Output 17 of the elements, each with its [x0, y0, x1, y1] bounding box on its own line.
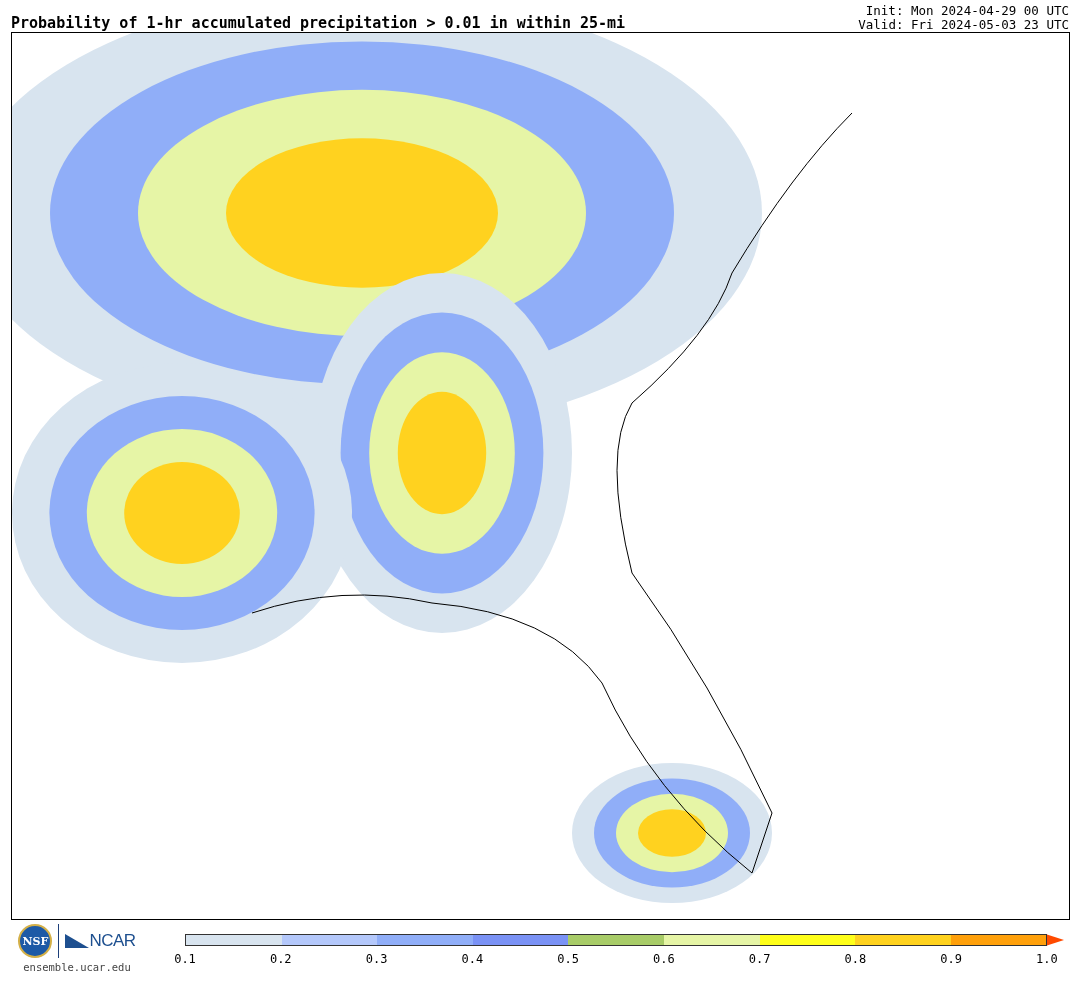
colorbar-tick-label: 1.0 — [1035, 952, 1059, 966]
colorbar-tick-label: 0.9 — [939, 952, 963, 966]
colorbar-tick-label: 0.3 — [364, 952, 389, 966]
colorbar-tick-label: 0.2 — [268, 952, 293, 966]
colorbar-tick-label: 0.7 — [747, 952, 772, 966]
colorbar-tick-label: 0.4 — [460, 952, 485, 966]
valid-time: Valid: Fri 2024-05-03 23 UTC — [858, 18, 1069, 32]
site-url: ensemble.ucar.edu — [23, 961, 131, 973]
nsf-logo: NSF — [18, 924, 53, 958]
colorbar-tick-label: 0.1 — [173, 952, 197, 966]
colorbar-tick-label: 0.5 — [556, 952, 580, 966]
colorbar-tick-label: 0.6 — [652, 952, 676, 966]
chart-title: Probability of 1-hr accumulated precipitation > 0.01 in within 25-mi — [11, 14, 626, 32]
ncar-icon — [65, 932, 90, 950]
init-time: Init: Mon 2024-04-29 00 UTC — [865, 4, 1069, 18]
colorbar-tick-label: 0.8 — [843, 952, 868, 966]
ncar-logo: NCAR — [89, 931, 136, 951]
